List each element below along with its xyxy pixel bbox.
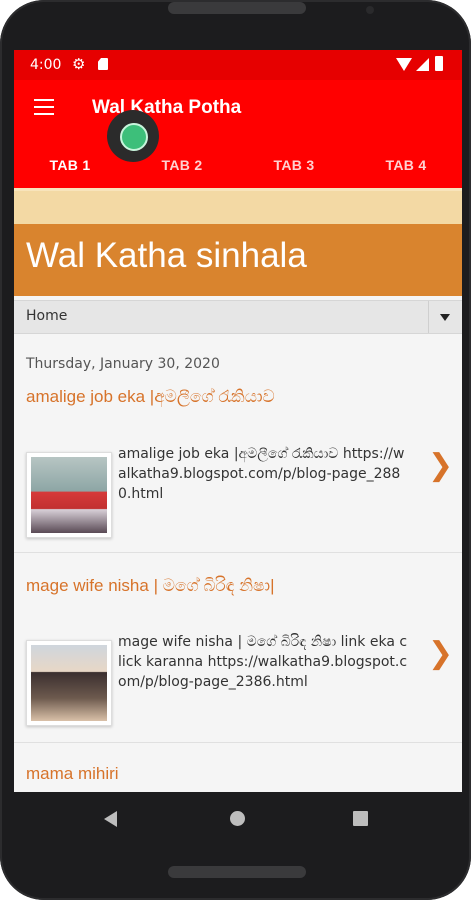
tab-bar: TAB 1 TAB 2 TAB 3 TAB 4 xyxy=(14,136,462,188)
system-navigation-bar xyxy=(14,792,462,844)
bottom-speaker xyxy=(168,866,306,878)
blog-header: Wal Katha sinhala xyxy=(14,224,462,296)
post-snippet: mage wife nisha | මගේ බිරිඳ නිෂා link ek… xyxy=(118,634,408,690)
signal-icon xyxy=(416,58,429,71)
back-icon[interactable] xyxy=(104,811,117,827)
chevron-right-icon[interactable]: ❯ xyxy=(428,448,453,483)
blog-title[interactable]: Wal Katha sinhala xyxy=(26,236,307,276)
battery-icon xyxy=(435,56,443,71)
nav-home-link[interactable]: Home xyxy=(26,308,67,324)
post-title-link[interactable]: mage wife nisha | මගේ බිරිඳ නිෂා| xyxy=(26,575,286,597)
gear-icon: ⚙ xyxy=(72,55,86,73)
post-date: Thursday, January 30, 2020 xyxy=(26,356,220,372)
status-time: 4:00 xyxy=(30,57,62,73)
hamburger-menu-icon[interactable] xyxy=(34,99,54,115)
front-camera xyxy=(366,6,374,14)
sd-card-icon xyxy=(98,58,108,70)
tab-4[interactable]: TAB 4 xyxy=(350,136,462,188)
divider xyxy=(14,552,462,553)
recents-icon[interactable] xyxy=(353,811,368,826)
dropdown-arrow-icon[interactable] xyxy=(428,301,462,333)
home-icon[interactable] xyxy=(230,811,245,826)
tab-3[interactable]: TAB 3 xyxy=(238,136,350,188)
page-navigation: Home xyxy=(14,300,462,334)
wifi-icon xyxy=(396,58,412,71)
post-title-link[interactable]: amalige job eka |අමලීගේ රැකියාව xyxy=(26,386,286,408)
post-title-link[interactable]: mama mihiri xyxy=(26,763,286,785)
header-band xyxy=(14,188,462,227)
top-speaker xyxy=(168,2,306,14)
screen: 4:00 ⚙ Wal Katha Potha TAB 1 TAB 2 TAB 3… xyxy=(14,50,462,832)
divider xyxy=(14,742,462,743)
post-image xyxy=(31,645,107,721)
post-thumbnail[interactable] xyxy=(26,640,112,726)
post-snippet: amalige job eka |අමලීගේ රැකියාව https://… xyxy=(118,446,405,502)
app-title: Wal Katha Potha xyxy=(92,97,242,118)
status-bar: 4:00 ⚙ xyxy=(14,50,462,80)
chevron-right-icon[interactable]: ❯ xyxy=(428,636,453,671)
post-image xyxy=(31,457,107,533)
touch-indicator-icon xyxy=(107,110,159,162)
app-bar: Wal Katha Potha xyxy=(14,80,462,136)
post-thumbnail[interactable] xyxy=(26,452,112,538)
phone-frame: 4:00 ⚙ Wal Katha Potha TAB 1 TAB 2 TAB 3… xyxy=(0,0,471,900)
